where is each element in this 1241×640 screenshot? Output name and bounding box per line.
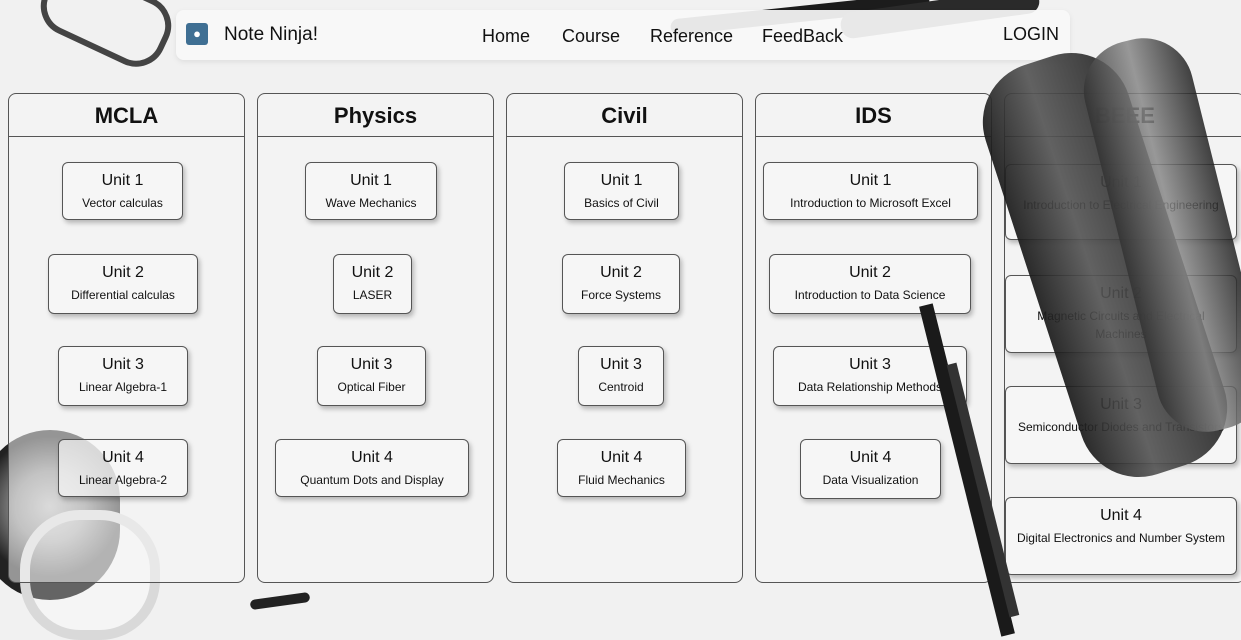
unit-title: Unit 1 xyxy=(600,172,643,189)
unit-description: Optical Fiber xyxy=(337,380,406,394)
unit-description: Basics of Civil xyxy=(584,196,659,210)
subject-column-ids: IDS Unit 1 Introduction to Microsoft Exc… xyxy=(755,93,992,583)
unit-card[interactable]: Unit 2 Force Systems xyxy=(562,254,680,314)
unit-description: Data Relationship Methods xyxy=(797,380,943,394)
unit-description: Vector calculas xyxy=(82,196,163,210)
unit-description: Semiconductor Diodes and Transistors xyxy=(1017,420,1225,434)
unit-card[interactable]: Unit 2 Magnetic Circuits and Electrical … xyxy=(1005,275,1237,353)
unit-card[interactable]: Unit 1 Vector calculas xyxy=(62,162,183,220)
subject-column-beee: BEEE Unit 1 Introduction to Electrical E… xyxy=(1004,93,1241,583)
unit-description: Introduction to Microsoft Excel xyxy=(790,196,951,210)
unit-description: Centroid xyxy=(598,380,644,394)
nav-course-link[interactable]: Course xyxy=(562,26,620,47)
unit-description: Fluid Mechanics xyxy=(578,473,665,487)
unit-title: Unit 2 xyxy=(102,264,144,281)
unit-title: Unit 3 xyxy=(350,356,393,373)
unit-title: Unit 3 xyxy=(600,356,642,373)
subject-title: Physics xyxy=(258,94,493,137)
unit-card[interactable]: Unit 3 Semiconductor Diodes and Transist… xyxy=(1005,386,1237,464)
nav-reference-link[interactable]: Reference xyxy=(650,26,733,47)
unit-card[interactable]: Unit 3 Centroid xyxy=(578,346,664,406)
subject-column-physics: Physics Unit 1 Wave Mechanics Unit 2 LAS… xyxy=(257,93,494,583)
login-link[interactable]: LOGIN xyxy=(1003,24,1059,45)
subject-title: BEEE xyxy=(1005,94,1241,137)
paper-clip-decoration xyxy=(30,0,182,77)
unit-card[interactable]: Unit 4 Data Visualization xyxy=(800,439,941,499)
nav-home-link[interactable]: Home xyxy=(482,26,530,47)
unit-card[interactable]: Unit 1 Wave Mechanics xyxy=(305,162,437,220)
unit-card[interactable]: Unit 1 Introduction to Electrical Engine… xyxy=(1005,164,1237,240)
brand-name[interactable]: Note Ninja! xyxy=(224,24,318,46)
pen-decoration-bottom xyxy=(249,591,311,611)
unit-title: Unit 4 xyxy=(351,449,393,466)
subject-column-civil: Civil Unit 1 Basics of Civil Unit 2 Forc… xyxy=(506,93,743,583)
navbar: ● Note Ninja! Home Course Reference Feed… xyxy=(176,10,1070,60)
unit-description: Introduction to Electrical Engineering xyxy=(1023,198,1219,212)
unit-description: Linear Algebra-1 xyxy=(78,380,168,394)
unit-card[interactable]: Unit 4 Linear Algebra-2 xyxy=(58,439,188,497)
unit-card[interactable]: Unit 2 Differential calculas xyxy=(48,254,198,314)
unit-description: Quantum Dots and Display xyxy=(300,473,444,487)
nav-feedback-link[interactable]: FeedBack xyxy=(762,26,843,47)
unit-title: Unit 1 xyxy=(1100,174,1142,191)
unit-title: Unit 1 xyxy=(350,172,392,189)
ninja-logo-icon[interactable]: ● xyxy=(186,23,208,45)
subject-title: IDS xyxy=(756,94,991,137)
unit-title: Unit 2 xyxy=(1100,285,1142,302)
unit-title: Unit 1 xyxy=(101,172,144,189)
subject-title: Civil xyxy=(507,94,742,137)
subject-column-mcla: MCLA Unit 1 Vector calculas Unit 2 Diffe… xyxy=(8,93,245,583)
unit-card[interactable]: Unit 3 Optical Fiber xyxy=(317,346,426,406)
unit-card[interactable]: Unit 2 Introduction to Data Science xyxy=(769,254,971,314)
unit-title: Unit 2 xyxy=(600,264,642,281)
subject-title: MCLA xyxy=(9,94,244,137)
unit-description: Digital Electronics and Number System xyxy=(1016,531,1226,545)
unit-title: Unit 4 xyxy=(102,449,144,466)
unit-title: Unit 3 xyxy=(1100,396,1142,413)
unit-title: Unit 2 xyxy=(849,264,891,281)
unit-title: Unit 1 xyxy=(849,172,892,189)
unit-card[interactable]: Unit 4 Digital Electronics and Number Sy… xyxy=(1005,497,1237,575)
unit-description: Data Visualization xyxy=(822,473,919,487)
unit-card[interactable]: Unit 1 Basics of Civil xyxy=(564,162,679,220)
unit-title: Unit 2 xyxy=(351,264,394,281)
unit-description: Magnetic Circuits and Electrical Machine… xyxy=(1037,309,1205,341)
unit-card[interactable]: Unit 3 Data Relationship Methods xyxy=(773,346,967,406)
unit-title: Unit 4 xyxy=(1100,507,1142,524)
unit-description: Linear Algebra-2 xyxy=(78,473,168,487)
unit-card[interactable]: Unit 3 Linear Algebra-1 xyxy=(58,346,188,406)
unit-card[interactable]: Unit 4 Fluid Mechanics xyxy=(557,439,686,497)
unit-card[interactable]: Unit 4 Quantum Dots and Display xyxy=(275,439,469,497)
unit-card[interactable]: Unit 2 LASER xyxy=(333,254,412,314)
unit-description: Introduction to Data Science xyxy=(794,288,946,302)
unit-description: Force Systems xyxy=(580,288,661,302)
unit-description: LASER xyxy=(352,288,393,302)
unit-title: Unit 4 xyxy=(600,449,643,466)
unit-description: Differential calculas xyxy=(71,288,175,302)
unit-title: Unit 3 xyxy=(102,356,144,373)
unit-description: Wave Mechanics xyxy=(325,196,417,210)
unit-card[interactable]: Unit 1 Introduction to Microsoft Excel xyxy=(763,162,978,220)
unit-title: Unit 3 xyxy=(849,356,891,373)
unit-title: Unit 4 xyxy=(849,449,892,466)
